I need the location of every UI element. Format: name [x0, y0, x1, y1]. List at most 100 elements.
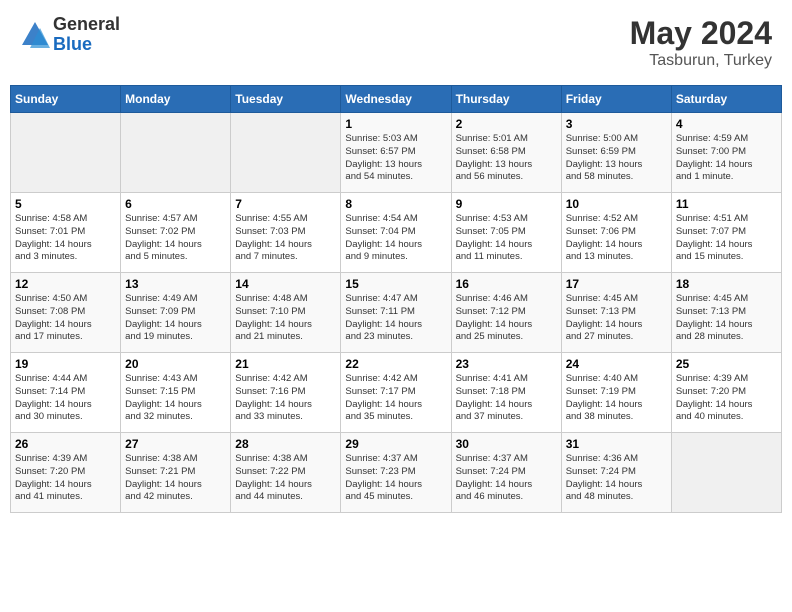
day-info: Sunrise: 4:58 AM Sunset: 7:01 PM Dayligh… — [15, 213, 116, 264]
day-number: 12 — [15, 277, 116, 291]
calendar-cell: 10Sunrise: 4:52 AM Sunset: 7:06 PM Dayli… — [561, 193, 671, 273]
calendar-cell: 11 Sunrise: 4:51 AM Sunset: 7:07 PM Dayli… — [671, 193, 781, 273]
day-of-week-header: Monday — [121, 86, 231, 113]
calendar-cell: 2 Sunrise: 5:01 AM Sunset: 6:58 PM Daylig… — [451, 113, 561, 193]
day-number: 19 — [15, 357, 116, 371]
day-number: 2 — [456, 117, 557, 131]
calendar-week-row: 12 Sunrise: 4:50 AM Sunset: 7:08 PM Dayli… — [11, 273, 782, 353]
day-number: 23 — [456, 357, 557, 371]
calendar-cell: 23 Sunrise: 4:41 AM Sunset: 7:18 PM Dayli… — [451, 353, 561, 433]
calendar-cell: 16 Sunrise: 4:46 AM Sunset: 7:12 PM Dayli… — [451, 273, 561, 353]
day-info: Sunrise: 4:45 AM Sunset: 7:13 PM Dayligh… — [566, 293, 667, 344]
calendar-cell: 30Sunrise: 4:37 AM Sunset: 7:24 PM Dayli… — [451, 433, 561, 513]
day-number: 24 — [566, 357, 667, 371]
day-number: 8 — [345, 197, 446, 211]
day-info: Sunrise: 4:40 AM Sunset: 7:19 PM Dayligh… — [566, 373, 667, 424]
day-info: Sunrise: 4:46 AM Sunset: 7:12 PM Dayligh… — [456, 293, 557, 344]
day-info: Sunrise: 5:03 AM Sunset: 6:57 PM Dayligh… — [345, 133, 446, 184]
calendar-cell — [671, 433, 781, 513]
calendar-cell — [121, 113, 231, 193]
day-number: 27 — [125, 437, 226, 451]
calendar-header: SundayMondayTuesdayWednesdayThursdayFrid… — [11, 86, 782, 113]
logo-general-text: General — [53, 15, 120, 35]
calendar-cell: 15Sunrise: 4:47 AM Sunset: 7:11 PM Dayli… — [341, 273, 451, 353]
day-number: 18 — [676, 277, 777, 291]
day-number: 30 — [456, 437, 557, 451]
day-info: Sunrise: 4:49 AM Sunset: 7:09 PM Dayligh… — [125, 293, 226, 344]
calendar-cell: 26 Sunrise: 4:39 AM Sunset: 7:20 PM Dayli… — [11, 433, 121, 513]
day-number: 31 — [566, 437, 667, 451]
calendar-cell: 14Sunrise: 4:48 AM Sunset: 7:10 PM Dayli… — [231, 273, 341, 353]
day-info: Sunrise: 4:57 AM Sunset: 7:02 PM Dayligh… — [125, 213, 226, 264]
calendar-cell: 29Sunrise: 4:37 AM Sunset: 7:23 PM Dayli… — [341, 433, 451, 513]
calendar-week-row: 1 Sunrise: 5:03 AM Sunset: 6:57 PM Daylig… — [11, 113, 782, 193]
day-info: Sunrise: 4:41 AM Sunset: 7:18 PM Dayligh… — [456, 373, 557, 424]
day-number: 20 — [125, 357, 226, 371]
calendar-cell — [11, 113, 121, 193]
day-info: Sunrise: 4:54 AM Sunset: 7:04 PM Dayligh… — [345, 213, 446, 264]
calendar-week-row: 26 Sunrise: 4:39 AM Sunset: 7:20 PM Dayli… — [11, 433, 782, 513]
page-header: General Blue May 2024 Tasburun, Turkey — [10, 10, 782, 75]
calendar-cell: 25Sunrise: 4:39 AM Sunset: 7:20 PM Dayli… — [671, 353, 781, 433]
day-of-week-header: Thursday — [451, 86, 561, 113]
day-info: Sunrise: 4:42 AM Sunset: 7:16 PM Dayligh… — [235, 373, 336, 424]
calendar-cell: 17Sunrise: 4:45 AM Sunset: 7:13 PM Dayli… — [561, 273, 671, 353]
day-info: Sunrise: 4:59 AM Sunset: 7:00 PM Dayligh… — [676, 133, 777, 184]
logo-blue-text: Blue — [53, 35, 120, 55]
calendar-cell: 7 Sunrise: 4:55 AM Sunset: 7:03 PM Daylig… — [231, 193, 341, 273]
calendar-cell: 12 Sunrise: 4:50 AM Sunset: 7:08 PM Dayli… — [11, 273, 121, 353]
calendar-cell: 31 Sunrise: 4:36 AM Sunset: 7:24 PM Dayli… — [561, 433, 671, 513]
day-number: 11 — [676, 197, 777, 211]
calendar-cell: 5 Sunrise: 4:58 AM Sunset: 7:01 PM Daylig… — [11, 193, 121, 273]
calendar-cell: 24 Sunrise: 4:40 AM Sunset: 7:19 PM Dayli… — [561, 353, 671, 433]
calendar-cell: 19 Sunrise: 4:44 AM Sunset: 7:14 PM Dayli… — [11, 353, 121, 433]
day-info: Sunrise: 4:55 AM Sunset: 7:03 PM Dayligh… — [235, 213, 336, 264]
day-info: Sunrise: 4:53 AM Sunset: 7:05 PM Dayligh… — [456, 213, 557, 264]
day-number: 26 — [15, 437, 116, 451]
day-info: Sunrise: 4:38 AM Sunset: 7:21 PM Dayligh… — [125, 453, 226, 504]
calendar-cell: 21Sunrise: 4:42 AM Sunset: 7:16 PM Dayli… — [231, 353, 341, 433]
day-number: 14 — [235, 277, 336, 291]
day-info: Sunrise: 4:43 AM Sunset: 7:15 PM Dayligh… — [125, 373, 226, 424]
calendar-cell: 13 Sunrise: 4:49 AM Sunset: 7:09 PM Dayli… — [121, 273, 231, 353]
day-number: 5 — [15, 197, 116, 211]
day-number: 13 — [125, 277, 226, 291]
day-info: Sunrise: 4:39 AM Sunset: 7:20 PM Dayligh… — [15, 453, 116, 504]
day-number: 1 — [345, 117, 446, 131]
day-number: 22 — [345, 357, 446, 371]
day-info: Sunrise: 4:45 AM Sunset: 7:13 PM Dayligh… — [676, 293, 777, 344]
day-number: 16 — [456, 277, 557, 291]
day-number: 25 — [676, 357, 777, 371]
calendar-cell: 3 Sunrise: 5:00 AM Sunset: 6:59 PM Daylig… — [561, 113, 671, 193]
day-info: Sunrise: 5:00 AM Sunset: 6:59 PM Dayligh… — [566, 133, 667, 184]
day-number: 28 — [235, 437, 336, 451]
day-number: 7 — [235, 197, 336, 211]
calendar-cell: 6Sunrise: 4:57 AM Sunset: 7:02 PM Daylig… — [121, 193, 231, 273]
calendar-cell: 9 Sunrise: 4:53 AM Sunset: 7:05 PM Daylig… — [451, 193, 561, 273]
calendar-cell: 4Sunrise: 4:59 AM Sunset: 7:00 PM Daylig… — [671, 113, 781, 193]
day-of-week-header: Saturday — [671, 86, 781, 113]
day-of-week-header: Tuesday — [231, 86, 341, 113]
day-of-week-header: Sunday — [11, 86, 121, 113]
day-info: Sunrise: 4:51 AM Sunset: 7:07 PM Dayligh… — [676, 213, 777, 264]
calendar-cell — [231, 113, 341, 193]
calendar-week-row: 19 Sunrise: 4:44 AM Sunset: 7:14 PM Dayli… — [11, 353, 782, 433]
calendar-cell: 18 Sunrise: 4:45 AM Sunset: 7:13 PM Dayli… — [671, 273, 781, 353]
day-number: 9 — [456, 197, 557, 211]
day-of-week-header: Friday — [561, 86, 671, 113]
day-number: 3 — [566, 117, 667, 131]
calendar-table: SundayMondayTuesdayWednesdayThursdayFrid… — [10, 85, 782, 513]
day-number: 15 — [345, 277, 446, 291]
day-info: Sunrise: 5:01 AM Sunset: 6:58 PM Dayligh… — [456, 133, 557, 184]
calendar-cell: 20 Sunrise: 4:43 AM Sunset: 7:15 PM Dayli… — [121, 353, 231, 433]
day-info: Sunrise: 4:37 AM Sunset: 7:23 PM Dayligh… — [345, 453, 446, 504]
day-info: Sunrise: 4:50 AM Sunset: 7:08 PM Dayligh… — [15, 293, 116, 344]
calendar-cell: 27 Sunrise: 4:38 AM Sunset: 7:21 PM Dayli… — [121, 433, 231, 513]
title-block: May 2024 Tasburun, Turkey — [630, 15, 772, 70]
day-info: Sunrise: 4:36 AM Sunset: 7:24 PM Dayligh… — [566, 453, 667, 504]
calendar-cell: 22Sunrise: 4:42 AM Sunset: 7:17 PM Dayli… — [341, 353, 451, 433]
day-number: 10 — [566, 197, 667, 211]
calendar-body: 1 Sunrise: 5:03 AM Sunset: 6:57 PM Daylig… — [11, 113, 782, 513]
day-info: Sunrise: 4:44 AM Sunset: 7:14 PM Dayligh… — [15, 373, 116, 424]
month-title: May 2024 — [630, 15, 772, 52]
